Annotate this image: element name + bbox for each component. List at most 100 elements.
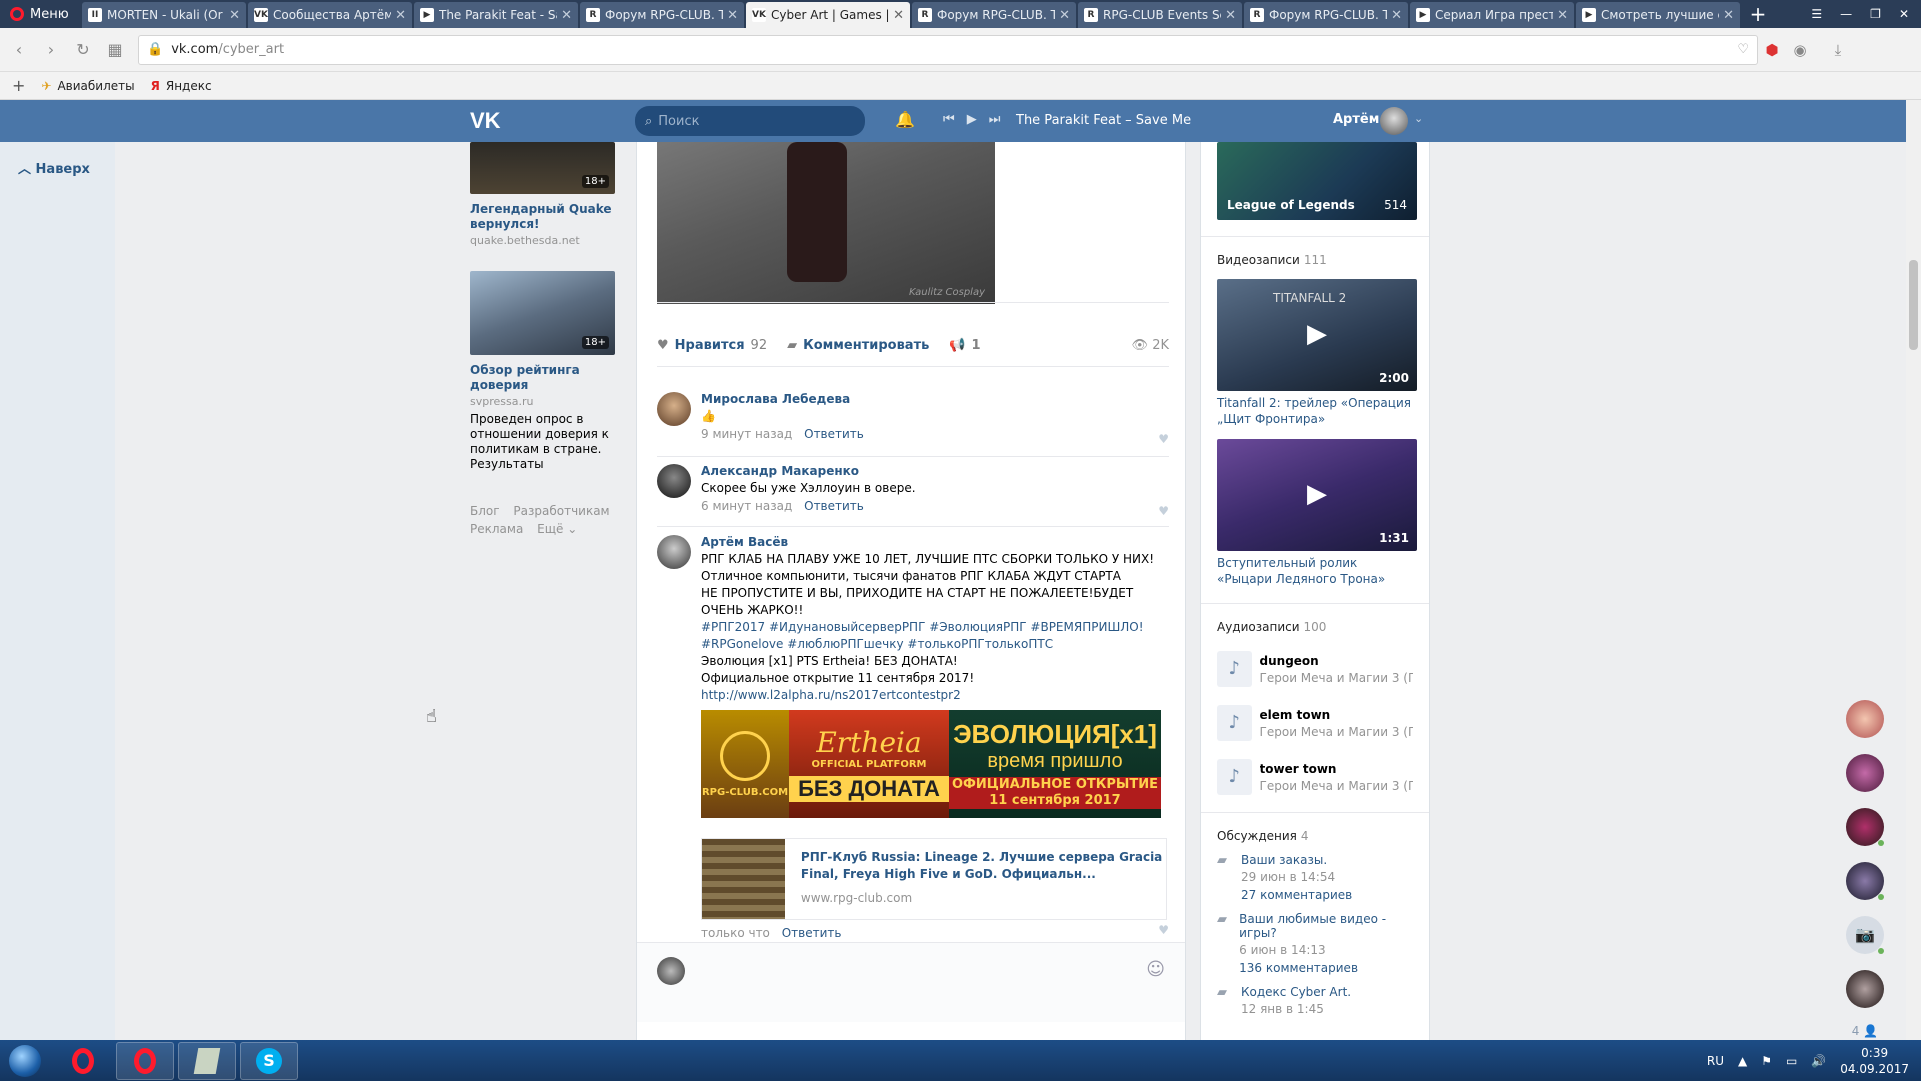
bookmark-item[interactable]: Я Яндекс <box>151 79 212 93</box>
close-icon[interactable]: ✕ <box>893 8 904 23</box>
comment-author[interactable]: Артём Васёв <box>701 535 1169 549</box>
promo-banner-image[interactable]: RPG-CLUB.COM Ertheia OFFICIAL PLATFORM Б… <box>701 710 1161 818</box>
emoji-icon[interactable]: ☺ <box>1146 959 1165 980</box>
prev-track-icon[interactable]: ⏮ <box>943 112 955 127</box>
discussion-comments[interactable]: 136 комментариев <box>1239 961 1413 975</box>
discussions-header[interactable]: Обсуждения 4 <box>1217 829 1413 843</box>
close-icon[interactable]: ✕ <box>1557 8 1568 23</box>
game-card[interactable]: League of Legends 514 <box>1217 142 1417 220</box>
taskbar-notepad[interactable] <box>178 1041 236 1080</box>
close-icon[interactable]: ✕ <box>1225 8 1236 23</box>
tab[interactable]: ▶ Сериал Игра прест ✕ <box>1410 2 1574 28</box>
clock[interactable]: 0:39 04.09.2017 <box>1840 1045 1909 1077</box>
chat-count[interactable]: 4 👤 <box>1840 1024 1890 1038</box>
audio-header[interactable]: Аудиозаписи 100 <box>1217 620 1413 634</box>
avatar[interactable] <box>1846 808 1884 846</box>
comment-like-icon[interactable]: ♥ <box>1158 923 1169 937</box>
tab[interactable]: VK Сообщества Артём ✕ <box>248 2 412 28</box>
flag-icon[interactable]: ⚑ <box>1761 1054 1772 1068</box>
snippet-title[interactable]: РПГ-Клуб Russia: Lineage 2. Лучшие серве… <box>801 849 1166 883</box>
hashtag-line[interactable]: #RPGonelove #люблюРПГшечку #толькоРПГтол… <box>701 636 1169 653</box>
add-bookmark-icon[interactable]: + <box>12 76 25 95</box>
footer-link-dev[interactable]: Разработчикам <box>513 504 609 518</box>
videos-header[interactable]: Видеозаписи 111 <box>1217 253 1413 267</box>
video-title[interactable]: Titanfall 2: трейлер «Операция „Щит Фрон… <box>1217 395 1413 427</box>
scroll-to-top-button[interactable]: ︿ Наверх <box>18 158 90 177</box>
reply-link[interactable]: Ответить <box>804 499 864 513</box>
reload-icon[interactable]: ↻ <box>70 40 96 59</box>
bookmark-heart-icon[interactable]: ♡ <box>1737 42 1749 57</box>
current-track-title[interactable]: The Parakit Feat – Save Me <box>1016 113 1191 128</box>
tab[interactable]: R RPG-CLUB Events Sc ✕ <box>1078 2 1242 28</box>
tab-menu-icon[interactable]: ☰ <box>1811 7 1822 21</box>
comment-time[interactable]: 9 минут назад <box>701 427 792 441</box>
camera-icon[interactable]: 📷 <box>1846 916 1884 954</box>
forward-icon[interactable]: › <box>38 40 64 59</box>
discussion-comments[interactable]: 27 комментариев <box>1241 888 1352 902</box>
close-icon[interactable]: ✕ <box>1391 8 1402 23</box>
audio-item[interactable]: ♪ tower town Герои Меча и Магии 3 (Гер <box>1217 750 1413 804</box>
downloads-icon[interactable]: ⤓ <box>1824 41 1852 59</box>
volume-icon[interactable]: 🔊 <box>1811 1054 1826 1068</box>
music-note-icon[interactable]: ♪ <box>1217 651 1252 687</box>
avatar[interactable] <box>1846 862 1884 900</box>
start-button[interactable] <box>0 1040 50 1081</box>
discussion-item[interactable]: ▰ Ваши заказы. 29 июн в 14:54 27 коммент… <box>1217 853 1413 902</box>
share-button[interactable]: 📢 1 <box>949 338 980 353</box>
close-icon[interactable]: ✕ <box>395 8 406 23</box>
user-name[interactable]: Артём <box>1333 112 1379 127</box>
ad-image[interactable]: 18+ <box>470 142 615 194</box>
next-track-icon[interactable]: ⏭ <box>989 112 1001 127</box>
comment-author[interactable]: Мирослава Лебедева <box>701 392 1169 406</box>
discussion-title[interactable]: Ваши любимые видео - игры? <box>1239 912 1413 940</box>
reply-link[interactable]: Ответить <box>782 926 842 940</box>
bookmark-item[interactable]: ✈ Авиабилеты <box>41 79 134 93</box>
page-scrollbar[interactable] <box>1906 100 1921 1040</box>
opera-menu-button[interactable]: Меню <box>0 0 82 28</box>
ad-title[interactable]: Обзор рейтинга доверия <box>470 363 620 393</box>
link-snippet[interactable]: РПГ-Клуб Russia: Lineage 2. Лучшие серве… <box>701 838 1167 920</box>
taskbar-opera-active[interactable] <box>116 1041 174 1080</box>
taskbar-skype[interactable]: S <box>240 1041 298 1080</box>
close-icon[interactable]: ✕ <box>561 8 572 23</box>
vk-logo-icon[interactable]: VK <box>470 108 504 134</box>
avatar[interactable] <box>657 464 691 498</box>
post-image[interactable]: Kaulitz Cosplay <box>657 142 995 304</box>
language-indicator[interactable]: RU <box>1707 1054 1724 1068</box>
taskbar-opera[interactable] <box>54 1042 112 1080</box>
close-icon[interactable]: ✕ <box>229 8 240 23</box>
audio-item[interactable]: ♪ dungeon Герои Меча и Магии 3 (Гер <box>1217 642 1413 696</box>
tab[interactable]: R Форум RPG-CLUB. T ✕ <box>1244 2 1408 28</box>
comment-like-icon[interactable]: ♥ <box>1158 432 1169 446</box>
reply-link[interactable]: Ответить <box>804 427 864 441</box>
comment-composer[interactable]: ☺ <box>637 942 1185 1022</box>
tab[interactable]: R Форум RPG-CLUB. T ✕ <box>912 2 1076 28</box>
minimize-icon[interactable]: — <box>1840 7 1852 21</box>
footer-link-ads[interactable]: Реклама <box>470 522 523 536</box>
tab[interactable]: ▶ The Parakit Feat - Sa ✕ <box>414 2 578 28</box>
close-icon[interactable]: ✕ <box>727 8 738 23</box>
play-icon[interactable]: ▶ <box>967 112 977 127</box>
comment-time[interactable]: 6 минут назад <box>701 499 792 513</box>
footer-link-blog[interactable]: Блог <box>470 504 500 518</box>
discussion-title[interactable]: Кодекс Cyber Art. <box>1241 985 1351 999</box>
tab[interactable]: II MORTEN - Ukali (Or ✕ <box>82 2 246 28</box>
music-note-icon[interactable]: ♪ <box>1217 705 1252 741</box>
discussion-item[interactable]: ▰ Ваши любимые видео - игры? 6 июн в 14:… <box>1217 912 1413 975</box>
tab-active[interactable]: VK Cyber Art | Games | C ✕ <box>746 2 910 28</box>
discussion-title[interactable]: Ваши заказы. <box>1241 853 1352 867</box>
new-tab-button[interactable]: + <box>1742 2 1774 28</box>
scrollbar-thumb[interactable] <box>1909 260 1918 350</box>
avatar[interactable] <box>1846 754 1884 792</box>
url-field[interactable]: 🔒 vk.com /cyber_art ♡ <box>138 34 1758 65</box>
avatar[interactable] <box>657 392 691 426</box>
back-icon[interactable]: ‹ <box>6 40 32 59</box>
maximize-icon[interactable]: ❐ <box>1870 7 1881 21</box>
video-thumbnail[interactable]: TITANFALL 2 ▶ 2:00 <box>1217 279 1417 391</box>
video-title[interactable]: Вступительный ролик «Рыцари Ледяного Тро… <box>1217 555 1413 587</box>
avatar[interactable] <box>1380 107 1408 135</box>
ad-title[interactable]: Легендарный Quake вернулся! <box>470 202 620 232</box>
footer-link-more[interactable]: Ещё ⌄ <box>537 522 577 536</box>
tray-expand-icon[interactable]: ▲ <box>1738 1054 1747 1068</box>
like-button[interactable]: ♥ Нравится 92 <box>657 338 767 353</box>
